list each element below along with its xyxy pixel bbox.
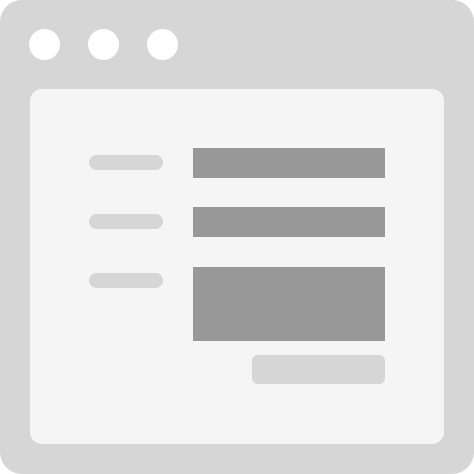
form-textarea-field[interactable] xyxy=(193,267,385,341)
window-dot-icon[interactable] xyxy=(29,29,60,60)
browser-window xyxy=(0,0,474,474)
form-content-area xyxy=(30,89,444,444)
form-input-field[interactable] xyxy=(193,207,385,237)
window-dot-icon[interactable] xyxy=(147,29,178,60)
form-label-placeholder xyxy=(89,273,163,288)
form-input-field[interactable] xyxy=(193,148,385,178)
form-label-placeholder xyxy=(89,155,163,170)
form-label-placeholder xyxy=(89,214,163,229)
submit-button[interactable] xyxy=(252,355,385,384)
window-titlebar xyxy=(0,0,474,90)
window-dot-icon[interactable] xyxy=(88,29,119,60)
